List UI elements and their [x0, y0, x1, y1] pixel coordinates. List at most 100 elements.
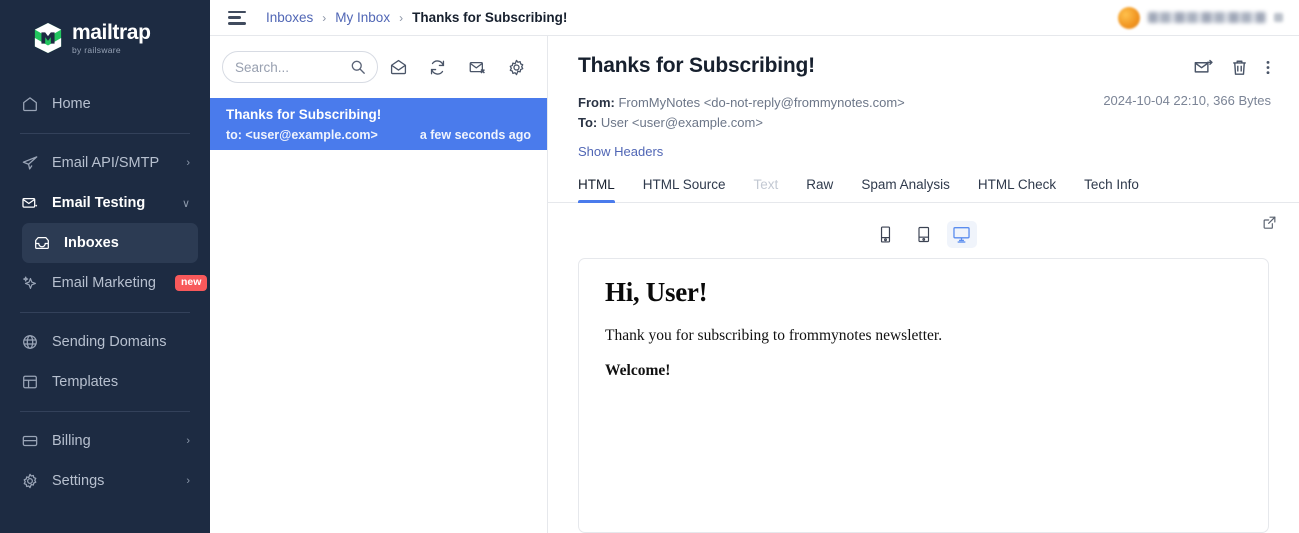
sidebar-item-inboxes[interactable]: Inboxes: [22, 223, 198, 263]
tab-html[interactable]: HTML: [578, 171, 629, 203]
sidebar-item-label: Templates: [52, 374, 119, 390]
from-value: FromMyNotes <do-not-reply@frommynotes.co…: [618, 95, 905, 110]
sidebar-item-sending-domains[interactable]: Sending Domains: [10, 322, 200, 362]
desktop-preview-icon[interactable]: [946, 221, 977, 248]
sidebar-item-home[interactable]: Home: [10, 84, 200, 124]
sidebar-item-label: Sending Domains: [52, 334, 167, 350]
sidebar-item-email-api-smtp[interactable]: Email API/SMTP ›: [10, 143, 200, 183]
refresh-icon[interactable]: [419, 48, 456, 86]
breadcrumb: Inboxes › My Inbox › Thanks for Subscrib…: [266, 10, 567, 25]
inbox-icon: [32, 234, 51, 253]
content-split: Thanks for Subscribing! to: <user@exampl…: [210, 36, 1299, 533]
sidebar-item-email-marketing[interactable]: Email Marketing new: [10, 263, 208, 303]
message-subject: Thanks for Subscribing!: [226, 107, 382, 122]
message-detail-pane: Thanks for Subscribing! From: FromMyNote…: [548, 36, 1299, 533]
search-box[interactable]: [222, 51, 378, 83]
chevron-down-icon: ∨: [181, 197, 190, 210]
tab-tech-info[interactable]: Tech Info: [1070, 171, 1153, 202]
globe-icon: [20, 333, 39, 352]
tab-text: Text: [753, 177, 779, 192]
top-bar: Inboxes › My Inbox › Thanks for Subscrib…: [210, 0, 1299, 36]
detail-header: Thanks for Subscribing! From: FromMyNote…: [548, 36, 1299, 159]
sparkle-icon: [20, 274, 39, 293]
sidebar-divider: [20, 133, 190, 134]
tab-raw[interactable]: Raw: [792, 171, 847, 202]
sidebar-divider: [20, 411, 190, 412]
search-icon: [350, 59, 366, 80]
external-link-icon[interactable]: [1262, 215, 1277, 235]
show-headers-link[interactable]: Show Headers: [578, 144, 1271, 159]
sidebar-item-label: Email Testing: [52, 195, 146, 211]
sidebar-item-label: Settings: [52, 473, 105, 489]
device-toggle-group: [570, 203, 1277, 258]
preview-area: Hi, User! Thank you for subscribing to f…: [548, 203, 1299, 533]
to-label: To:: [578, 115, 598, 130]
hamburger-icon[interactable]: [228, 10, 246, 25]
breadcrumb-inboxes[interactable]: Inboxes: [266, 10, 313, 25]
sidebar-item-label: Billing: [52, 433, 91, 449]
chevron-right-icon: ›: [186, 157, 190, 169]
tab-html-source[interactable]: HTML Source: [629, 171, 740, 202]
trash-icon[interactable]: [1230, 58, 1249, 77]
to-row: To: User <user@example.com>: [578, 113, 1271, 133]
sidebar-item-label: Email API/SMTP: [52, 155, 160, 171]
sidebar-divider: [20, 312, 190, 313]
mailtrap-logo-icon: [33, 22, 63, 54]
breadcrumb-my-inbox[interactable]: My Inbox: [335, 10, 390, 25]
sidebar-item-templates[interactable]: Templates: [10, 362, 200, 402]
email-body-closing: Welcome!: [605, 362, 671, 379]
list-item[interactable]: Thanks for Subscribing! to: <user@exampl…: [210, 98, 547, 150]
account-name-redacted: [1148, 12, 1266, 23]
logo-subtext: by railsware: [72, 44, 121, 55]
settings-icon[interactable]: [498, 48, 535, 86]
gear-icon: [20, 472, 39, 491]
send-icon: [20, 154, 39, 173]
message-recipient: to: <user@example.com>: [226, 128, 378, 142]
sidebar: mailtrap by railsware Home Email API/SMT…: [0, 0, 210, 533]
chevron-down-icon: [1274, 13, 1283, 22]
forward-icon[interactable]: [1193, 58, 1214, 77]
mark-read-icon[interactable]: [380, 48, 417, 86]
email-body-heading: Hi, User!: [605, 277, 708, 307]
template-icon: [20, 373, 39, 392]
delete-all-icon[interactable]: [459, 48, 496, 86]
tab-spam-analysis[interactable]: Spam Analysis: [847, 171, 964, 202]
chevron-right-icon: ›: [186, 435, 190, 447]
tab-html-check[interactable]: HTML Check: [964, 171, 1070, 202]
envelope-check-icon: [20, 194, 39, 213]
email-body-card: Hi, User! Thank you for subscribing to f…: [578, 258, 1269, 533]
card-icon: [20, 432, 39, 451]
chevron-right-icon: ›: [186, 475, 190, 487]
logo-wordmark: mailtrap: [72, 20, 151, 44]
message-list-pane: Thanks for Subscribing! to: <user@exampl…: [210, 36, 548, 533]
search-input[interactable]: [235, 59, 353, 75]
message-timestamp: a few seconds ago: [419, 128, 531, 142]
tablet-preview-icon[interactable]: [909, 221, 939, 248]
breadcrumb-current: Thanks for Subscribing!: [412, 10, 568, 25]
sidebar-item-email-testing[interactable]: Email Testing ∨: [10, 183, 200, 223]
main-area: Inboxes › My Inbox › Thanks for Subscrib…: [210, 0, 1299, 533]
sidebar-item-settings[interactable]: Settings ›: [10, 461, 200, 501]
home-icon: [20, 95, 39, 114]
list-toolbar: [210, 36, 547, 98]
avatar: [1118, 6, 1140, 29]
message-size-date: 2024-10-04 22:10, 366 Bytes: [1103, 93, 1271, 108]
sidebar-item-billing[interactable]: Billing ›: [10, 421, 200, 461]
sidebar-nav: Home Email API/SMTP › Email Testing ∨ In…: [0, 84, 210, 501]
brand-logo[interactable]: mailtrap by railsware: [0, 12, 210, 58]
breadcrumb-separator: ›: [322, 10, 327, 25]
breadcrumb-separator: ›: [399, 10, 404, 25]
page-title: Thanks for Subscribing!: [578, 54, 815, 77]
detail-tabs: HTML HTML Source Text Raw Spam Analysis …: [548, 171, 1299, 203]
email-body-paragraph: Thank you for subscribing to frommynotes…: [605, 327, 943, 344]
app-root: mailtrap by railsware Home Email API/SMT…: [0, 0, 1299, 533]
message-meta: From: FromMyNotes <do-not-reply@frommyno…: [578, 93, 1271, 133]
account-menu[interactable]: [1118, 6, 1289, 29]
sidebar-item-label: Email Marketing: [52, 275, 156, 291]
mobile-preview-icon[interactable]: [871, 221, 901, 248]
from-label: From:: [578, 95, 615, 110]
sidebar-item-label: Home: [52, 96, 91, 112]
sidebar-item-label: Inboxes: [64, 235, 119, 251]
to-value: User <user@example.com>: [600, 115, 763, 130]
more-vertical-icon[interactable]: [1265, 58, 1271, 77]
